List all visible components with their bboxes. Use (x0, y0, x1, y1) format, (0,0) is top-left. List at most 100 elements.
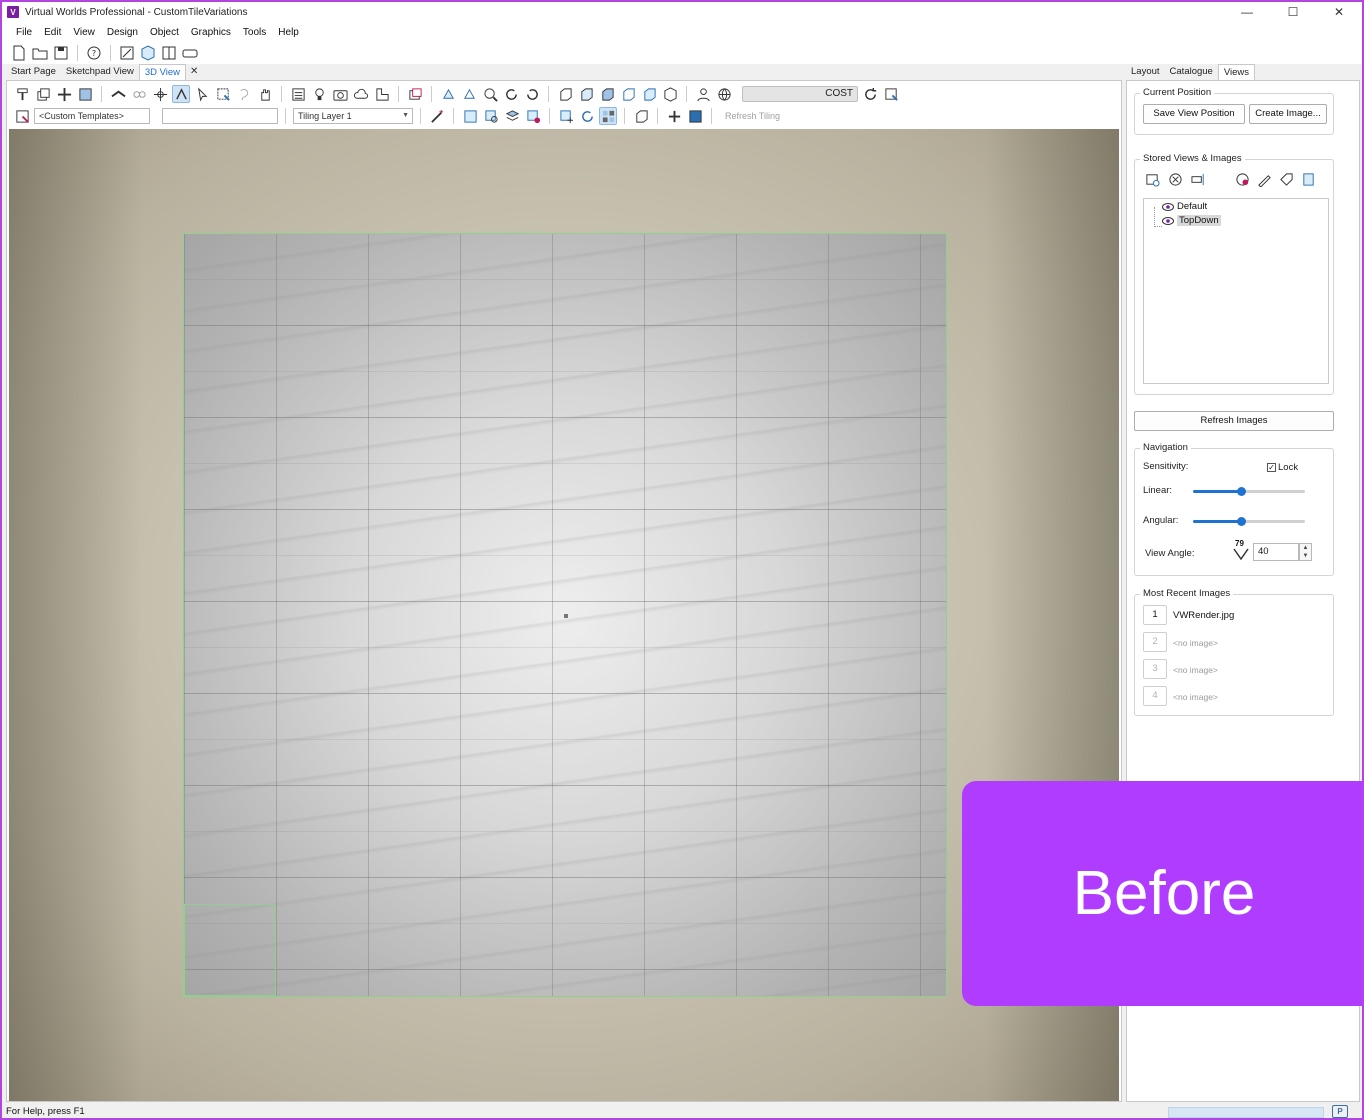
tab-start-page[interactable]: Start Page (6, 64, 61, 80)
tab-catalogue[interactable]: Catalogue (1165, 64, 1218, 80)
blank-combo[interactable] (162, 108, 278, 124)
image-properties-icon[interactable] (1299, 170, 1317, 188)
rename-view-icon[interactable] (1189, 170, 1207, 188)
tab-views[interactable]: Views (1217, 64, 1256, 80)
open-folder-icon[interactable] (31, 44, 49, 62)
tile-search-icon[interactable] (482, 107, 500, 125)
tile-rotate-icon[interactable] (578, 107, 596, 125)
person-icon[interactable] (694, 85, 712, 103)
add-view-icon[interactable] (1143, 170, 1161, 188)
new-file-icon[interactable] (10, 44, 28, 62)
tile-add-icon[interactable] (461, 107, 479, 125)
rotate-y-icon[interactable] (460, 85, 478, 103)
tag-icon[interactable] (1277, 170, 1295, 188)
properties-icon[interactable] (289, 85, 307, 103)
recent-image-1-button[interactable]: 1 (1143, 605, 1167, 625)
view-back-icon[interactable] (577, 85, 595, 103)
status-indicator[interactable]: P (1332, 1105, 1348, 1118)
render-settings-icon[interactable] (882, 85, 900, 103)
view-top-icon[interactable] (640, 85, 658, 103)
minimize-button[interactable]: — (1224, 2, 1270, 22)
maximize-button[interactable]: ☐ (1270, 2, 1316, 22)
menu-graphics[interactable]: Graphics (185, 27, 237, 38)
select-box-icon[interactable] (214, 85, 232, 103)
3d-viewport[interactable] (9, 129, 1119, 1101)
refresh-images-button[interactable]: Refresh Images (1134, 411, 1334, 431)
stored-view-default[interactable]: Default (1162, 201, 1207, 212)
save-icon[interactable] (52, 44, 70, 62)
fly-icon[interactable] (109, 85, 127, 103)
refresh-icon[interactable] (861, 85, 879, 103)
recent-image-4-button[interactable]: 4 (1143, 686, 1167, 706)
walk-icon[interactable] (130, 85, 148, 103)
menu-help[interactable]: Help (272, 27, 305, 38)
tile-plus-icon[interactable] (557, 107, 575, 125)
tile-fill-icon[interactable] (686, 107, 704, 125)
rotate-cw-icon[interactable] (502, 85, 520, 103)
help-icon[interactable]: ? (85, 44, 103, 62)
menu-view[interactable]: View (67, 27, 101, 38)
camera-icon[interactable] (331, 85, 349, 103)
tile-layer-icon[interactable] (503, 107, 521, 125)
floor-plan-icon[interactable] (373, 85, 391, 103)
save-view-position-button[interactable]: Save View Position (1143, 104, 1245, 124)
magic-wand-icon[interactable] (428, 107, 446, 125)
rotate-x-icon[interactable] (439, 85, 457, 103)
tile-edge-icon[interactable] (632, 107, 650, 125)
tab-layout[interactable]: Layout (1126, 64, 1165, 80)
menu-edit[interactable]: Edit (38, 27, 67, 38)
duplicate-window-icon[interactable] (406, 85, 424, 103)
template-combo[interactable]: <Custom Templates> (34, 108, 150, 124)
linear-slider[interactable] (1193, 487, 1305, 496)
refresh-tiling-button[interactable]: Refresh Tiling (725, 111, 780, 121)
orbit-icon[interactable] (151, 85, 169, 103)
tile-remove-icon[interactable] (524, 107, 542, 125)
tiling-layer-combo[interactable]: Tiling Layer 1 ▼ (293, 108, 413, 124)
template-icon[interactable] (13, 107, 31, 125)
delete-view-icon[interactable] (1166, 170, 1184, 188)
zoom-extents-icon[interactable] (118, 44, 136, 62)
zoom-icon[interactable] (481, 85, 499, 103)
create-image-button[interactable]: Create Image... (1249, 104, 1327, 124)
select-arrow-icon[interactable] (193, 85, 211, 103)
menu-object[interactable]: Object (144, 27, 185, 38)
lock-checkbox[interactable]: ✓ Lock (1267, 462, 1298, 473)
edit-image-icon[interactable] (1255, 170, 1273, 188)
light-bulb-icon[interactable] (310, 85, 328, 103)
close-tab-icon[interactable]: ✕ (186, 64, 202, 80)
linear-slider-thumb[interactable] (1237, 487, 1246, 496)
stored-view-topdown[interactable]: TopDown (1162, 215, 1221, 226)
view-angle-input[interactable]: 40 (1253, 543, 1299, 561)
globe-icon[interactable] (715, 85, 733, 103)
menu-file[interactable]: File (10, 27, 38, 38)
vr-headset-icon[interactable] (181, 44, 199, 62)
stored-views-tree[interactable]: Default TopDown (1143, 198, 1329, 384)
angular-slider[interactable] (1193, 517, 1305, 526)
recent-image-3-button[interactable]: 3 (1143, 659, 1167, 679)
angular-slider-thumb[interactable] (1237, 517, 1246, 526)
tile-variation-icon[interactable] (599, 107, 617, 125)
view-iso-icon[interactable] (661, 85, 679, 103)
tab-3d-view[interactable]: 3D View (138, 64, 187, 80)
pan-hand-icon[interactable] (256, 85, 274, 103)
menu-tools[interactable]: Tools (237, 27, 272, 38)
cloud-icon[interactable] (352, 85, 370, 103)
recent-image-2-button[interactable]: 2 (1143, 632, 1167, 652)
door-window-icon[interactable] (160, 44, 178, 62)
view-right-icon[interactable] (619, 85, 637, 103)
paint-roller-icon[interactable] (13, 85, 31, 103)
view-angle-spinner[interactable]: ▲ ▼ (1299, 543, 1312, 561)
tiled-floor[interactable] (183, 233, 947, 997)
navigate-icon[interactable] (172, 85, 190, 103)
grout-icon[interactable] (665, 107, 683, 125)
view-front-icon[interactable] (556, 85, 574, 103)
rotate-ccw-icon[interactable] (523, 85, 541, 103)
texture-icon[interactable] (76, 85, 94, 103)
layers-icon[interactable] (34, 85, 52, 103)
menu-design[interactable]: Design (101, 27, 144, 38)
render-view-icon[interactable] (1233, 170, 1251, 188)
tab-sketchpad-view[interactable]: Sketchpad View (61, 64, 139, 80)
close-button[interactable]: ✕ (1316, 2, 1362, 22)
cube-icon[interactable] (139, 44, 157, 62)
view-left-icon[interactable] (598, 85, 616, 103)
